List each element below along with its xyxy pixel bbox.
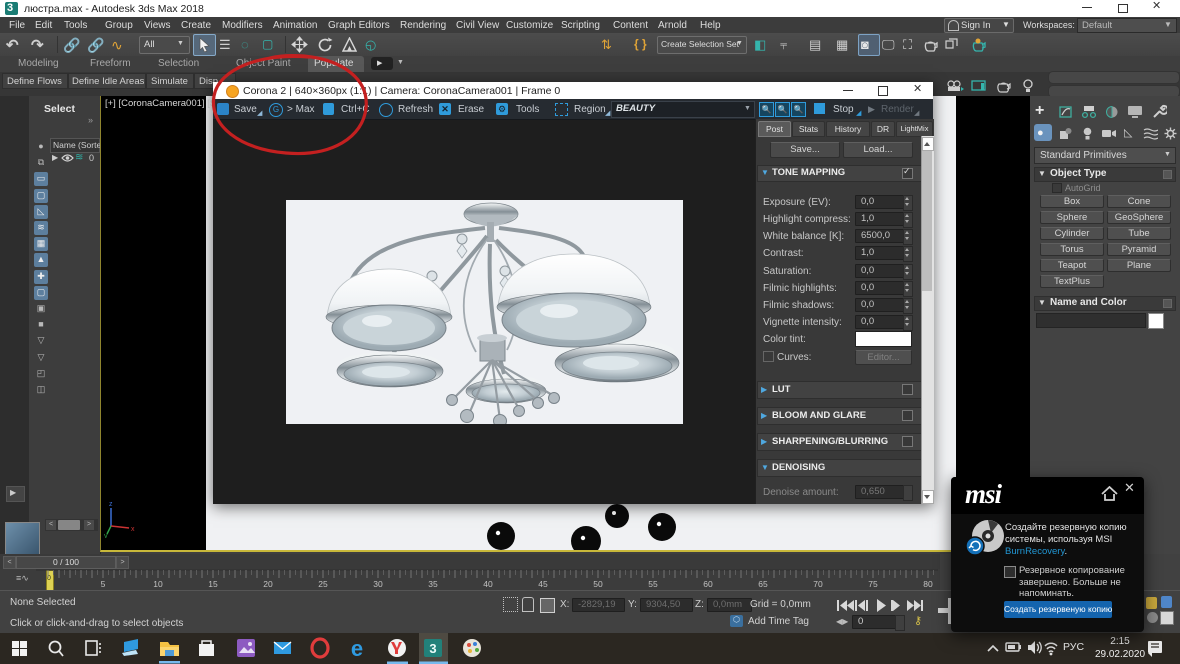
svg-text:30: 30 (373, 579, 383, 589)
svg-text:35: 35 (428, 579, 438, 589)
svg-text:5: 5 (101, 579, 106, 589)
svg-text:20: 20 (263, 579, 273, 589)
svg-text:40: 40 (483, 579, 493, 589)
svg-text:65: 65 (758, 579, 768, 589)
svg-text:70: 70 (813, 579, 823, 589)
svg-text:z: z (109, 501, 113, 508)
svg-text:80: 80 (923, 579, 933, 589)
svg-text:50: 50 (593, 579, 603, 589)
svg-text:10: 10 (153, 579, 163, 589)
svg-text:60: 60 (703, 579, 713, 589)
svg-text:y: y (104, 533, 108, 538)
svg-text:15: 15 (208, 579, 218, 589)
svg-text:75: 75 (868, 579, 878, 589)
svg-text:e: e (351, 636, 363, 661)
svg-text:3: 3 (429, 641, 436, 656)
svg-text:25: 25 (318, 579, 328, 589)
svg-text:x: x (131, 526, 135, 533)
svg-text:55: 55 (648, 579, 658, 589)
svg-text:45: 45 (538, 579, 548, 589)
